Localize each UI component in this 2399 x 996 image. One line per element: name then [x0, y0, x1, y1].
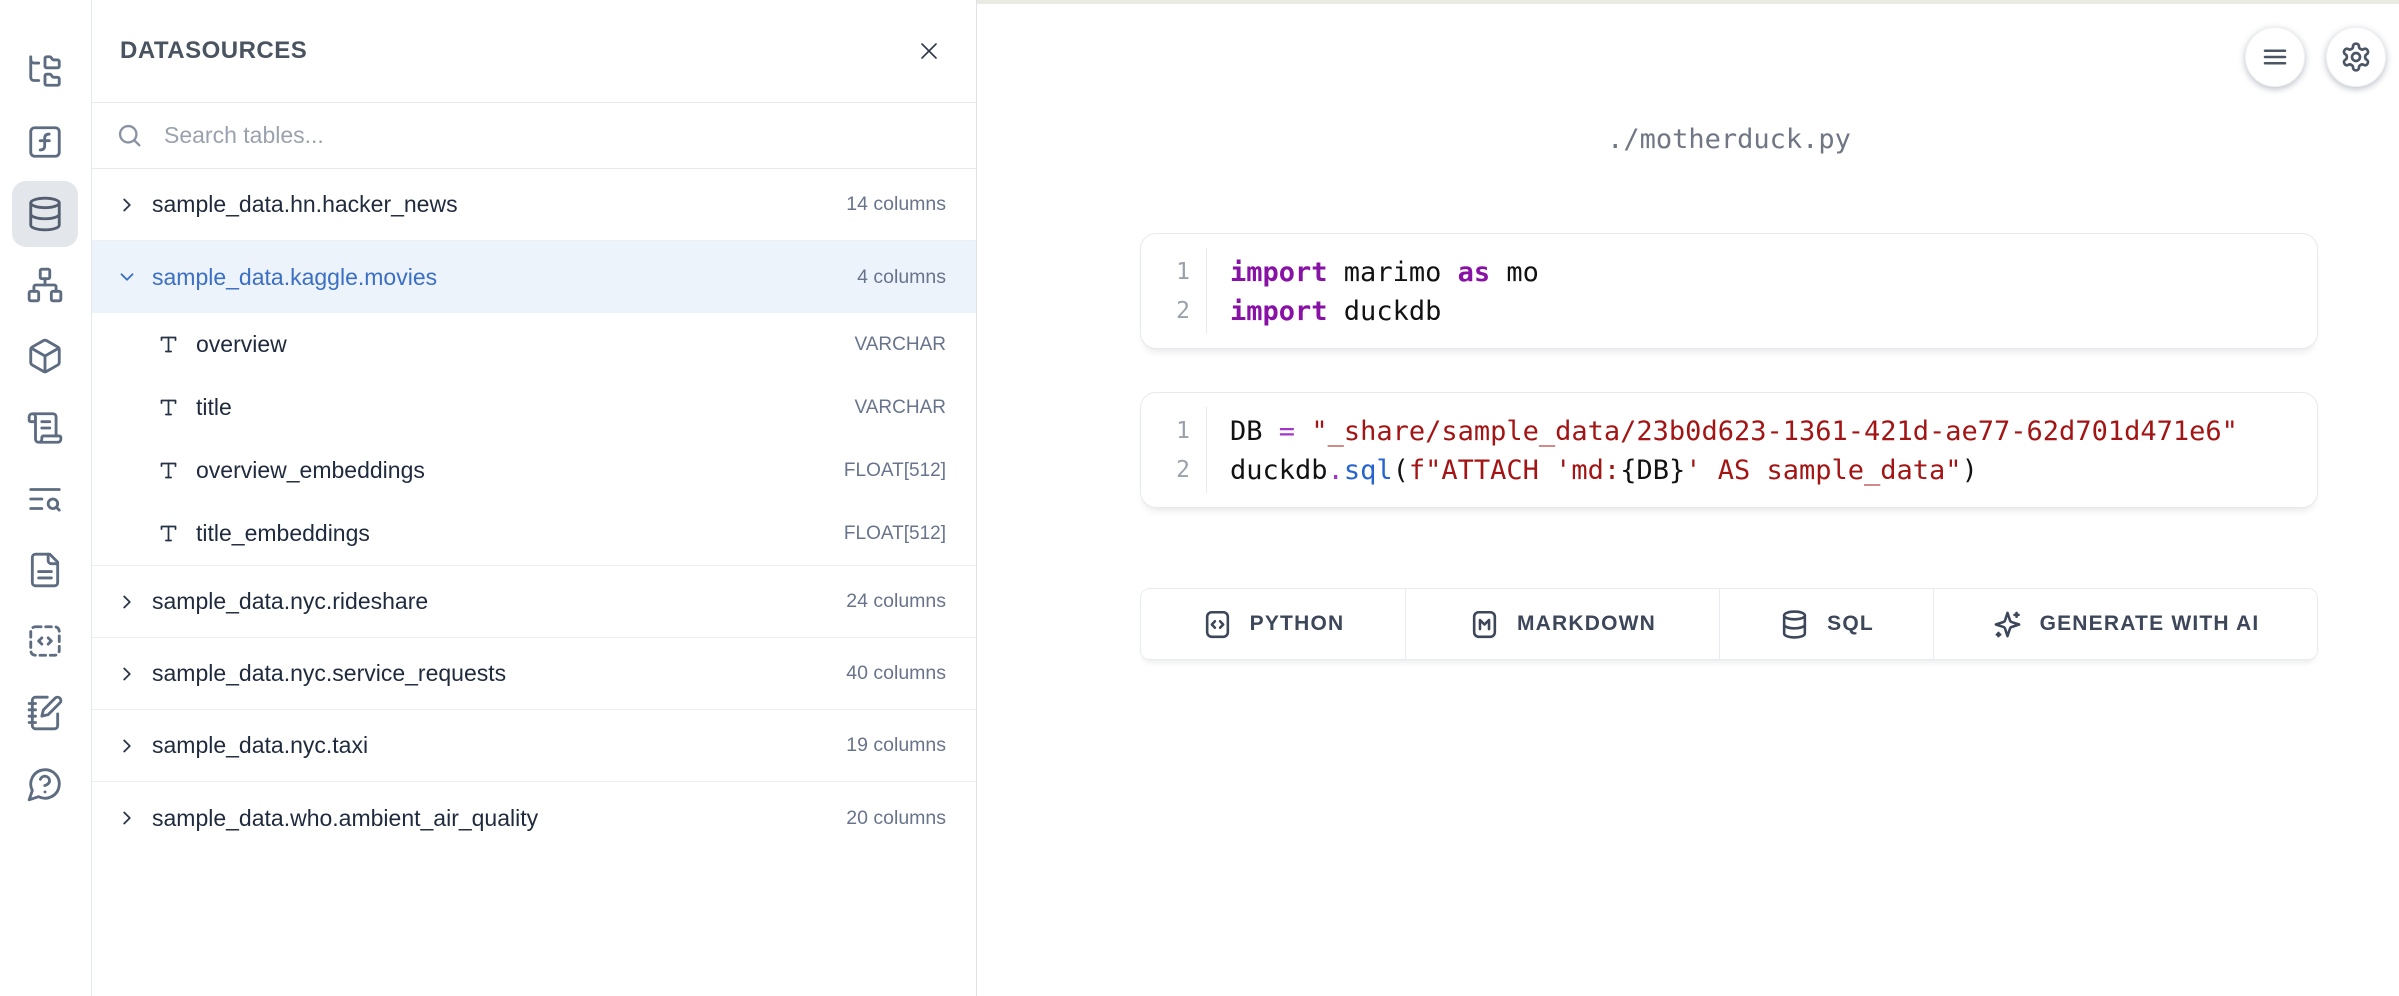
column-type: VARCHAR: [855, 334, 947, 356]
gear-icon: [2340, 41, 2372, 73]
chevron-right-icon: [116, 194, 138, 216]
add-sql-cell-button[interactable]: SQL: [1720, 589, 1934, 659]
code-line: duckdb.sql(f"ATTACH 'md:{DB}' AS sample_…: [1230, 451, 2307, 490]
notebook-area: ./motherduck.py 1 2 import marimo as mo …: [978, 0, 2399, 996]
table-row-ambient-air-quality[interactable]: sample_data.who.ambient_air_quality 20 c…: [92, 782, 976, 854]
activity-bar: [0, 0, 92, 996]
column-type: VARCHAR: [855, 397, 947, 419]
table-name: sample_data.hn.hacker_news: [152, 191, 458, 218]
line-number: 1: [1141, 412, 1190, 451]
function-icon[interactable]: [12, 109, 78, 175]
kaggle-movies-columns: overview VARCHAR title VARCHAR overview_…: [92, 313, 976, 566]
column-row-title[interactable]: title VARCHAR: [92, 376, 976, 439]
dependency-graph-icon[interactable]: [12, 252, 78, 318]
code-line: DB = "_share/sample_data/23b0d623-1361-4…: [1230, 412, 2307, 451]
add-sql-label: SQL: [1827, 612, 1874, 636]
column-count: 40 columns: [846, 662, 946, 685]
table-row-service-requests[interactable]: sample_data.nyc.service_requests 40 colu…: [92, 638, 976, 710]
search-input[interactable]: [164, 122, 948, 149]
table-row-taxi[interactable]: sample_data.nyc.taxi 19 columns: [92, 710, 976, 782]
line-number: 2: [1141, 292, 1190, 331]
marimo-app: DATASOURCES sample_data.hn.hacker_news 1…: [0, 0, 2399, 996]
add-python-cell-button[interactable]: PYTHON: [1141, 589, 1406, 659]
table-name: sample_data.nyc.taxi: [152, 732, 368, 759]
line-number-gutter: 1 2: [1141, 248, 1207, 334]
column-type: FLOAT[512]: [844, 523, 946, 545]
logs-icon[interactable]: [12, 466, 78, 532]
text-type-icon: [158, 334, 179, 355]
code-square-icon: [1202, 609, 1233, 640]
column-count: 19 columns: [846, 734, 946, 757]
notebook-filename: ./motherduck.py: [1140, 124, 2318, 155]
snippets-icon[interactable]: [12, 608, 78, 674]
line-number: 2: [1141, 451, 1190, 490]
table-row-rideshare[interactable]: sample_data.nyc.rideshare 24 columns: [92, 566, 976, 638]
column-count: 24 columns: [846, 590, 946, 613]
add-markdown-cell-button[interactable]: MARKDOWN: [1406, 589, 1720, 659]
table-search-row: [92, 103, 976, 169]
code-cell-imports[interactable]: 1 2 import marimo as mo import duckdb: [1140, 233, 2318, 349]
magnifier-icon: [116, 122, 144, 150]
column-row-overview-embeddings[interactable]: overview_embeddings FLOAT[512]: [92, 439, 976, 502]
line-number-gutter: 1 2: [1141, 407, 1207, 493]
database-icon: [1779, 609, 1810, 640]
generate-with-ai-button[interactable]: GENERATE WITH AI: [1934, 589, 2317, 659]
file-tree-icon[interactable]: [12, 38, 78, 104]
sparkles-icon: [1992, 609, 2023, 640]
column-count: 20 columns: [846, 807, 946, 830]
column-row-title-embeddings[interactable]: title_embeddings FLOAT[512]: [92, 502, 976, 565]
datasources-panel: DATASOURCES sample_data.hn.hacker_news 1…: [92, 0, 977, 996]
menu-button[interactable]: [2245, 27, 2305, 87]
markdown-square-icon: [1469, 609, 1500, 640]
chevron-right-icon: [116, 735, 138, 757]
column-row-overview[interactable]: overview VARCHAR: [92, 313, 976, 376]
add-python-label: PYTHON: [1250, 612, 1345, 636]
column-name: overview_embeddings: [196, 457, 425, 484]
code-line: import duckdb: [1230, 292, 2307, 331]
column-count: 14 columns: [846, 193, 946, 216]
settings-button[interactable]: [2326, 27, 2386, 87]
text-type-icon: [158, 523, 179, 544]
table-name: sample_data.kaggle.movies: [152, 264, 437, 291]
x-icon: [917, 39, 941, 63]
hamburger-icon: [2260, 42, 2290, 72]
chevron-down-icon: [116, 266, 138, 288]
code-editor[interactable]: DB = "_share/sample_data/23b0d623-1361-4…: [1208, 412, 2307, 490]
table-list: sample_data.hn.hacker_news 14 columns sa…: [92, 169, 976, 854]
scratchpad-icon[interactable]: [12, 680, 78, 746]
code-cell-attach-db[interactable]: 1 2 DB = "_share/sample_data/23b0d623-13…: [1140, 392, 2318, 508]
chevron-right-icon: [116, 807, 138, 829]
close-panel-button[interactable]: [912, 34, 946, 68]
column-name: title_embeddings: [196, 520, 370, 547]
table-row-kaggle-movies[interactable]: sample_data.kaggle.movies 4 columns: [92, 241, 976, 313]
text-type-icon: [158, 397, 179, 418]
add-cell-button-group: PYTHON MARKDOWN SQL GENERATE WITH AI: [1140, 588, 2318, 660]
text-type-icon: [158, 460, 179, 481]
code-editor[interactable]: import marimo as mo import duckdb: [1208, 253, 2307, 331]
chevron-right-icon: [116, 663, 138, 685]
column-name: overview: [196, 331, 287, 358]
packages-icon[interactable]: [12, 323, 78, 389]
outline-icon[interactable]: [12, 395, 78, 461]
chevron-right-icon: [116, 591, 138, 613]
code-line: import marimo as mo: [1230, 253, 2307, 292]
datasources-icon[interactable]: [12, 181, 78, 247]
column-name: title: [196, 394, 232, 421]
datasources-panel-header: DATASOURCES: [92, 0, 976, 103]
documentation-icon[interactable]: [12, 537, 78, 603]
table-name: sample_data.nyc.service_requests: [152, 660, 506, 687]
table-name: sample_data.nyc.rideshare: [152, 588, 428, 615]
help-icon[interactable]: [12, 751, 78, 817]
add-markdown-label: MARKDOWN: [1517, 612, 1656, 636]
column-type: FLOAT[512]: [844, 460, 946, 482]
table-row-hacker-news[interactable]: sample_data.hn.hacker_news 14 columns: [92, 169, 976, 241]
line-number: 1: [1141, 253, 1190, 292]
column-count: 4 columns: [857, 266, 946, 289]
generate-with-ai-label: GENERATE WITH AI: [2040, 612, 2260, 636]
table-name: sample_data.who.ambient_air_quality: [152, 805, 538, 832]
panel-title: DATASOURCES: [120, 37, 307, 65]
